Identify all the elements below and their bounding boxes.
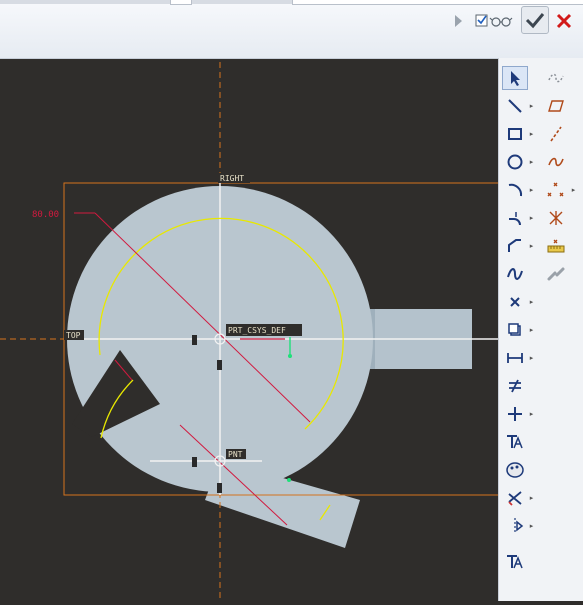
spline-icon [507,268,523,280]
dimension-tool-button[interactable] [502,346,528,370]
tab-stub [292,0,583,5]
pnt-label: PNT [228,450,243,459]
circle-tool-button[interactable] [502,150,528,174]
construction-point-tool-button[interactable] [543,206,569,230]
graphics-canvas[interactable]: 80.00 RIGHT TOP PRT_CSYS_DEF PNT [0,58,501,601]
point-tool-button[interactable] [502,290,528,314]
text-icon [507,555,523,569]
trim-icon [508,491,522,506]
construction-point-icon [549,211,563,225]
expand-toolbar-button[interactable] [450,8,466,34]
arc-icon [508,183,523,197]
spline-tool-button[interactable] [502,262,528,286]
title-tab-strip [0,0,583,5]
palette-tool-button[interactable] [502,458,528,482]
rectangle-tool-button[interactable] [502,122,528,146]
text-2-tool-button[interactable] [502,550,528,574]
construction-points-dropdown[interactable]: ▸ [571,178,576,202]
point-tool-dropdown[interactable]: ▸ [529,290,534,314]
chain-icon [547,267,565,281]
offset-tool-dropdown[interactable]: ▸ [529,318,534,342]
checkmark-icon [525,13,545,29]
trim-tool-button[interactable] [502,486,528,510]
constraint-tick [217,360,222,370]
offset-tool-button[interactable] [502,318,528,342]
constraint-icon [508,407,522,421]
trim-tool-dropdown[interactable]: ▸ [529,486,534,510]
constraint-tick [217,483,222,493]
construction-points-tool-button[interactable] [543,178,569,202]
line-icon [508,99,522,113]
construction-points-icon [547,182,564,197]
chamfer-tool-button[interactable] [502,234,528,258]
text-icon [507,435,523,449]
checkbox-glasses-icon [475,14,513,27]
modify-tool-button[interactable] [502,374,528,398]
fillet-tool-button[interactable] [502,206,528,230]
csys-label: PRT_CSYS_DEF [228,326,286,335]
fillet-icon [509,212,521,226]
rectangle-icon [508,128,522,140]
line-tool-button[interactable] [502,94,528,118]
dashed-spline-icon [548,73,564,83]
arc-tool-button[interactable] [502,178,528,202]
circle-icon [507,154,523,170]
sketch-toolbar: ▸ ▸ ▸ ▸ ▸ ▸ ▸ ▸ ▸ ▸ ▸ ▸ ▸ [498,58,583,601]
dimension-icon [507,353,523,363]
mirror-icon [514,518,524,534]
chain-tool-button[interactable] [543,262,569,286]
point-icon [510,297,520,307]
triangle-right-icon [455,15,462,27]
modify-icon [509,379,521,393]
top-toolbar [0,0,583,59]
curve-tool-button[interactable] [543,150,569,174]
sketch-viewport: 80.00 RIGHT TOP PRT_CSYS_DEF PNT [0,62,501,601]
palette-icon [506,462,524,478]
chamfer-tool-dropdown[interactable]: ▸ [529,234,534,258]
x-icon [556,13,572,29]
select-tool-button[interactable] [502,66,528,90]
part-body [67,186,472,548]
accept-button[interactable] [521,6,549,34]
line-tool-dropdown[interactable]: ▸ [529,94,534,118]
text-tool-button[interactable] [502,430,528,454]
dimension-value[interactable]: 80.00 [32,210,59,220]
plane-tool-button[interactable] [543,94,569,118]
tab-stub [170,0,192,5]
constraint-tick [192,457,197,467]
display-toggle-button[interactable] [474,8,516,34]
ruler-icon [547,239,565,253]
cancel-button[interactable] [553,8,575,34]
offset-icon [508,323,521,336]
right-datum-label: RIGHT [220,174,244,183]
chamfer-icon [508,239,521,252]
constraint-tick [192,335,197,345]
parallelogram-icon [548,100,564,112]
construction-spline-tool-button[interactable] [543,66,569,90]
curve-icon [548,157,564,167]
rectangle-tool-dropdown[interactable]: ▸ [529,122,534,146]
centerline-icon [550,126,562,142]
constraint-tool-dropdown[interactable]: ▸ [529,402,534,426]
constraint-tool-button[interactable] [502,402,528,426]
fillet-tool-dropdown[interactable]: ▸ [529,206,534,230]
ruler-tool-button[interactable] [543,234,569,258]
arc-tool-dropdown[interactable]: ▸ [529,178,534,202]
mirror-tool-button[interactable] [502,514,528,538]
pointer-icon [511,71,520,86]
circle-tool-dropdown[interactable]: ▸ [529,150,534,174]
dimension-tool-dropdown[interactable]: ▸ [529,346,534,370]
mirror-tool-dropdown[interactable]: ▸ [529,514,534,538]
centerline-tool-button[interactable] [543,122,569,146]
top-datum-label: TOP [66,331,81,340]
